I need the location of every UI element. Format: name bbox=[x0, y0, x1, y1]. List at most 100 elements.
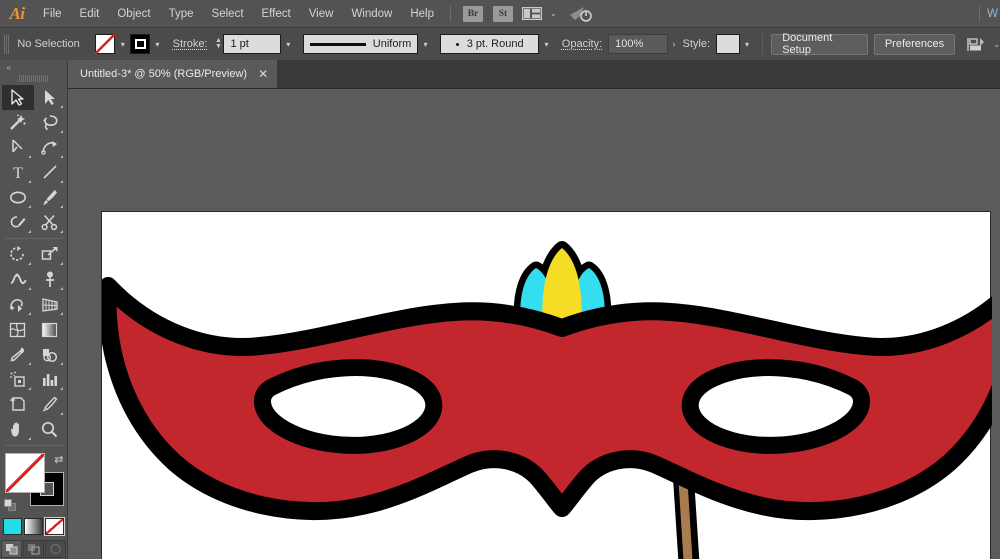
menu-type[interactable]: Type bbox=[160, 0, 203, 28]
tool-group-indicator-icon bbox=[28, 362, 31, 365]
style-label: Style: bbox=[683, 38, 711, 50]
document-tab[interactable]: Untitled-3* @ 50% (RGB/Preview) ✕ bbox=[68, 60, 278, 88]
fill-chevron-down-icon[interactable]: ▾ bbox=[115, 34, 130, 54]
eyedropper-tool[interactable] bbox=[2, 342, 34, 367]
draw-inside-mode[interactable] bbox=[45, 540, 66, 558]
gradient-swatch[interactable] bbox=[24, 518, 43, 535]
slice-tool[interactable] bbox=[34, 392, 66, 417]
control-bar: No Selection ▾ ▾ Stroke: ▲▼ 1 pt ▾ Unifo… bbox=[0, 28, 1000, 61]
drawing-modes-row bbox=[1, 540, 66, 558]
width-tool[interactable] bbox=[2, 267, 34, 292]
free-transform-tool[interactable] bbox=[34, 267, 66, 292]
draw-behind-mode[interactable] bbox=[23, 540, 44, 558]
tool-group-indicator-icon bbox=[60, 312, 63, 315]
swap-fill-stroke-icon[interactable]: ⇄ bbox=[54, 453, 63, 466]
zoom-tool[interactable] bbox=[34, 417, 66, 442]
tool-group-indicator-icon bbox=[28, 155, 31, 158]
style-chevron-down-icon[interactable]: ▾ bbox=[740, 34, 755, 54]
artboard-tool[interactable] bbox=[2, 392, 34, 417]
uniform-line-icon bbox=[310, 43, 366, 46]
menu-select[interactable]: Select bbox=[203, 0, 253, 28]
direct-selection-tool[interactable] bbox=[34, 85, 66, 110]
stroke-profile-chevron-down-icon[interactable]: ▾ bbox=[418, 34, 433, 54]
scale-tool[interactable] bbox=[34, 242, 66, 267]
opacity-label: Opacity: bbox=[562, 38, 602, 50]
mesh-tool[interactable] bbox=[2, 317, 34, 342]
bridge-icon[interactable]: Br bbox=[463, 6, 483, 22]
shaper-pencil-tool[interactable] bbox=[2, 210, 34, 235]
tool-group-indicator-icon bbox=[28, 180, 31, 183]
stroke-weight-chevron-down-icon[interactable]: ▾ bbox=[281, 34, 296, 54]
gradient-tool[interactable] bbox=[34, 317, 66, 342]
perspective-grid-tool[interactable] bbox=[34, 292, 66, 317]
stroke-color-swatch[interactable] bbox=[130, 34, 150, 54]
preferences-button[interactable]: Preferences bbox=[874, 34, 955, 55]
stroke-weight-stepper[interactable]: ▲▼ bbox=[214, 34, 224, 54]
selection-tool[interactable] bbox=[2, 85, 34, 110]
tool-group-indicator-icon bbox=[28, 287, 31, 290]
opacity-input[interactable]: 100% bbox=[608, 34, 667, 54]
ellipse-tool[interactable] bbox=[2, 185, 34, 210]
stroke-profile-label: Uniform bbox=[373, 38, 412, 50]
close-icon[interactable]: ✕ bbox=[258, 68, 268, 80]
align-distribute-icon[interactable] bbox=[967, 37, 985, 52]
magic-wand-tool[interactable] bbox=[2, 110, 34, 135]
line-segment-tool[interactable] bbox=[34, 160, 66, 185]
type-tool[interactable]: T bbox=[2, 160, 34, 185]
blend-tool[interactable] bbox=[34, 342, 66, 367]
collapse-panel-icon[interactable]: « bbox=[0, 61, 68, 74]
stroke-weight-input[interactable]: 1 pt bbox=[223, 34, 281, 54]
curvature-tool[interactable] bbox=[34, 135, 66, 160]
brush-definition-chevron-down-icon[interactable]: ▾ bbox=[539, 34, 554, 54]
tool-group-indicator-icon bbox=[60, 105, 63, 108]
pen-tool[interactable] bbox=[2, 135, 34, 160]
lasso-tool[interactable] bbox=[34, 110, 66, 135]
scissors-tool[interactable] bbox=[34, 210, 66, 235]
tool-group-indicator-icon bbox=[28, 387, 31, 390]
menu-help[interactable]: Help bbox=[401, 0, 443, 28]
menu-edit[interactable]: Edit bbox=[71, 0, 109, 28]
default-fill-stroke-icon[interactable] bbox=[4, 499, 17, 512]
rotate-tool[interactable] bbox=[2, 242, 34, 267]
column-graph-tool[interactable] bbox=[34, 367, 66, 392]
brush-definition-select[interactable]: 3 pt. Round bbox=[440, 34, 539, 54]
align-chevron-down-icon[interactable]: ⌄ bbox=[993, 40, 1000, 49]
carnival-mask-illustration[interactable] bbox=[102, 212, 992, 559]
tools-divider-bottom bbox=[5, 445, 63, 446]
arrange-documents-icon[interactable] bbox=[522, 7, 542, 20]
tool-group-indicator-icon bbox=[60, 387, 63, 390]
graphic-style-swatch[interactable] bbox=[716, 34, 740, 54]
control-bar-grip[interactable] bbox=[4, 35, 10, 54]
paintbrush-tool[interactable] bbox=[34, 185, 66, 210]
document-tab-title: Untitled-3* @ 50% (RGB/Preview) bbox=[80, 68, 247, 80]
none-swatch[interactable] bbox=[45, 518, 64, 535]
device-preview-icon[interactable] bbox=[569, 5, 593, 22]
shape-builder-tool[interactable] bbox=[2, 292, 34, 317]
tool-group-indicator-icon bbox=[60, 130, 63, 133]
menu-divider bbox=[450, 6, 451, 22]
artboard[interactable] bbox=[101, 211, 991, 559]
tool-grid-transform bbox=[2, 242, 66, 442]
tools-panel-grip[interactable] bbox=[19, 75, 49, 82]
opacity-more-icon[interactable]: › bbox=[668, 39, 681, 49]
stroke-profile-select[interactable]: Uniform bbox=[303, 34, 419, 54]
fill-color-swatch[interactable] bbox=[95, 34, 115, 54]
document-setup-button[interactable]: Document Setup bbox=[771, 34, 867, 55]
arrange-chevron-down-icon[interactable]: ⌄ bbox=[550, 9, 557, 18]
stroke-chevron-down-icon[interactable]: ▾ bbox=[150, 34, 165, 54]
menu-window[interactable]: Window bbox=[342, 0, 401, 28]
illustrator-window: Ai File Edit Object Type Select Effect V… bbox=[0, 0, 1000, 559]
color-mode-row bbox=[3, 518, 64, 535]
menu-view[interactable]: View bbox=[300, 0, 343, 28]
stock-icon[interactable]: St bbox=[493, 6, 513, 22]
symbol-sprayer-tool[interactable] bbox=[2, 367, 34, 392]
workspace-switcher[interactable]: W bbox=[987, 8, 1000, 20]
fill-indicator-swatch[interactable] bbox=[5, 453, 45, 493]
menu-object[interactable]: Object bbox=[108, 0, 159, 28]
canvas-area[interactable] bbox=[68, 89, 1000, 559]
menu-file[interactable]: File bbox=[34, 0, 71, 28]
menu-effect[interactable]: Effect bbox=[253, 0, 300, 28]
draw-normal-mode[interactable] bbox=[1, 540, 22, 558]
color-swatch[interactable] bbox=[3, 518, 22, 535]
hand-tool[interactable] bbox=[2, 417, 34, 442]
